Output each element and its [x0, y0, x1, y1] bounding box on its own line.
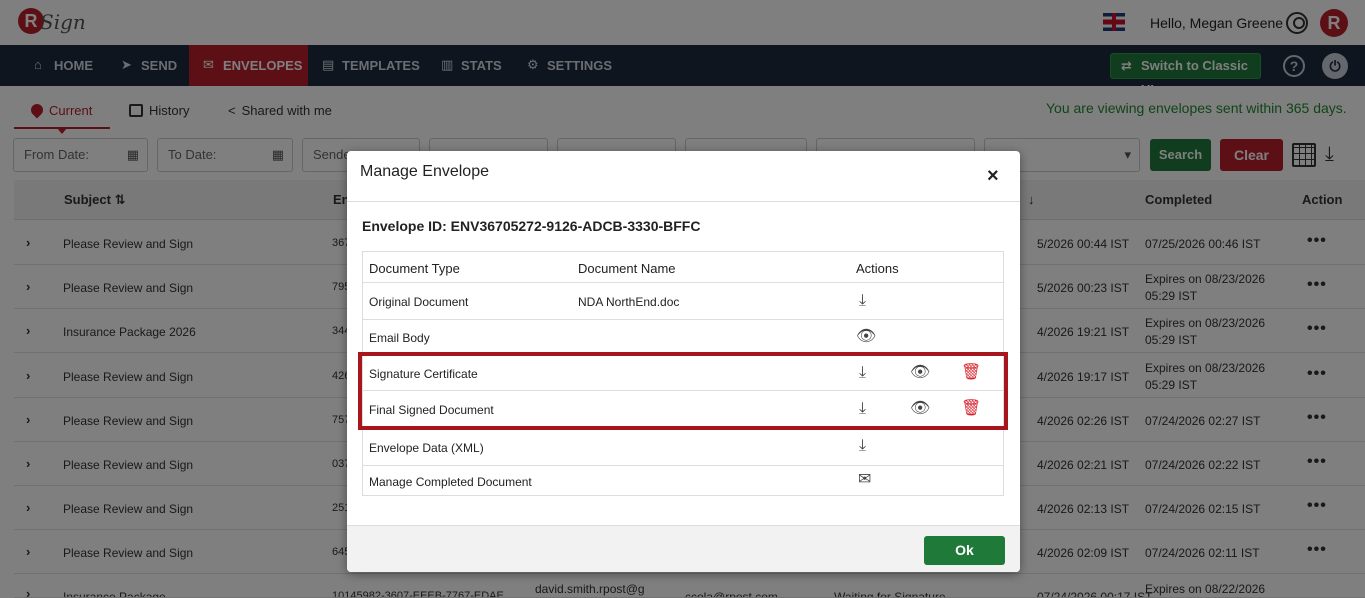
highlight-box — [358, 352, 1008, 430]
document-name: NDA NorthEnd.doc — [578, 295, 680, 309]
eye-icon[interactable]: 👁 — [856, 329, 876, 345]
document-type: Manage Completed Document — [369, 475, 532, 489]
modal-footer: Ok — [347, 525, 1020, 572]
mail-settings-icon[interactable]: ✉ — [858, 472, 871, 488]
document-row-envelope-data: Envelope Data (XML) ⤓ — [363, 429, 1003, 466]
ok-button[interactable]: Ok — [924, 536, 1005, 565]
documents-table-header: Document Type Document Name Actions — [363, 252, 1003, 283]
document-name-header: Document Name — [578, 261, 676, 276]
download-icon[interactable]: ⤓ — [859, 438, 866, 454]
document-type: Email Body — [369, 331, 430, 345]
document-row-manage-completed: Manage Completed Document ✉ — [363, 466, 1003, 496]
modal-header: Manage Envelope × — [347, 151, 1020, 202]
download-icon[interactable]: ⤓ — [859, 293, 866, 309]
document-row-original: Original Document NDA NorthEnd.doc ⤓ — [363, 283, 1003, 320]
document-row-email-body: Email Body 👁 — [363, 320, 1003, 355]
envelope-id: Envelope ID: ENV36705272-9126-ADCB-3330-… — [362, 218, 701, 234]
actions-header: Actions — [856, 261, 899, 276]
modal-title: Manage Envelope — [360, 163, 489, 180]
document-type-header: Document Type — [369, 261, 460, 276]
document-type: Original Document — [369, 295, 469, 309]
document-type: Envelope Data (XML) — [369, 441, 484, 455]
close-icon[interactable]: × — [987, 165, 999, 188]
